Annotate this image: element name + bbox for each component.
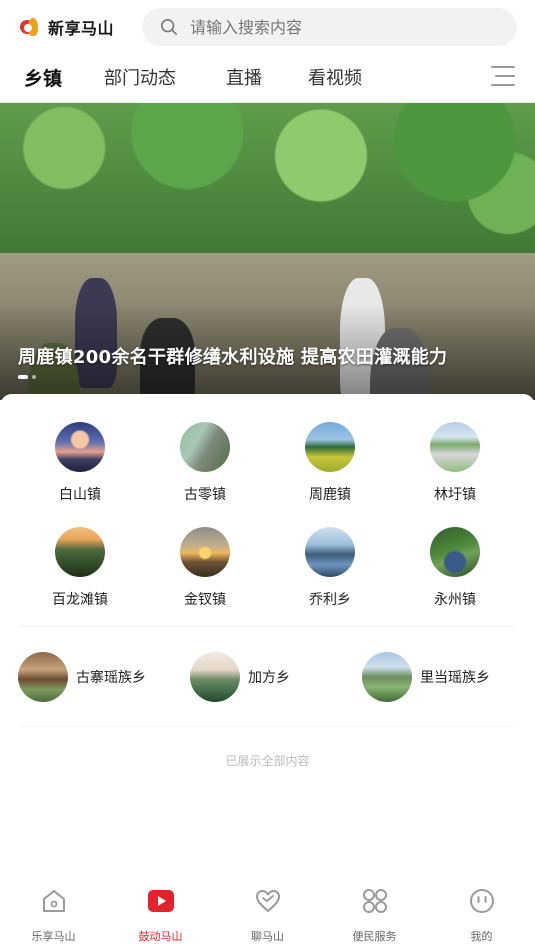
town-label: 金钗镇: [184, 592, 226, 608]
bottom-navigation: 乐享马山 鼓动马山 聊马山 便民服务 我的: [0, 874, 535, 951]
town-item[interactable]: 白山镇: [30, 422, 130, 504]
nav-item-profile[interactable]: 我的: [428, 886, 535, 944]
tab-towns[interactable]: 乡镇: [24, 64, 62, 91]
town-thumbnail: [305, 422, 355, 472]
town-item[interactable]: 百龙滩镇: [30, 527, 130, 609]
town-item[interactable]: 周鹿镇: [280, 422, 380, 504]
town-label: 古零镇: [184, 487, 226, 503]
search-icon: [160, 18, 178, 36]
search-bar[interactable]: [142, 8, 517, 46]
town-thumbnail: [180, 527, 230, 577]
town-label: 百龙滩镇: [52, 592, 108, 608]
banner-title[interactable]: 周鹿镇200余名干群修缮水利设施 提高农田灌溉能力: [18, 343, 447, 369]
news-banner[interactable]: 周鹿镇200余名干群修缮水利设施 提高农田灌溉能力: [0, 103, 535, 400]
town-thumbnail: [55, 422, 105, 472]
menu-icon[interactable]: [491, 66, 515, 88]
tab-live[interactable]: 直播: [226, 64, 262, 90]
town-label: 白山镇: [59, 487, 101, 503]
nav-label: 乐享马山: [31, 930, 76, 943]
tab-videos[interactable]: 看视频: [308, 64, 362, 90]
town-thumbnail: [430, 422, 480, 472]
logo-text: 新享马山: [48, 19, 115, 38]
town-item[interactable]: 古零镇: [155, 422, 255, 504]
town-label: 林圩镇: [434, 487, 476, 503]
town-thumbnail: [430, 527, 480, 577]
carousel-dot[interactable]: [32, 375, 36, 379]
nav-item-home[interactable]: 乐享马山: [0, 886, 107, 944]
nav-label: 我的: [470, 930, 493, 943]
end-of-content-note: 已展示全部内容: [225, 754, 310, 768]
banner-image-foliage: [0, 103, 535, 253]
town-item[interactable]: 林圩镇: [405, 422, 505, 504]
nav-label: 聊马山: [251, 930, 284, 943]
town-item[interactable]: 乔利乡: [280, 527, 380, 609]
town-thumbnail: [180, 422, 230, 472]
town-label: 永州镇: [434, 592, 476, 608]
heart-chat-icon: [255, 890, 280, 912]
township-thumbnail: [18, 652, 68, 702]
township-item[interactable]: 里当瑶族乡: [362, 652, 490, 702]
town-item[interactable]: 金钗镇: [155, 527, 255, 609]
section-divider: [20, 726, 514, 727]
township-label: 加方乡: [248, 670, 290, 686]
nav-label: 便民服务: [352, 930, 397, 943]
town-item[interactable]: 永州镇: [405, 527, 505, 609]
nav-item-chat[interactable]: 聊马山: [214, 886, 321, 944]
profile-face-icon: [469, 889, 494, 913]
carousel-dot-active[interactable]: [18, 375, 28, 379]
nav-item-services[interactable]: 便民服务: [321, 886, 428, 944]
towns-card: 白山镇 古零镇 周鹿镇 林圩镇 百龙滩镇 金钗镇 乔利乡 永州镇 古寨瑶族乡 加…: [0, 394, 535, 874]
carousel-indicator: [18, 375, 36, 379]
nav-label: 鼓动马山: [138, 930, 183, 943]
search-input[interactable]: [188, 16, 492, 38]
home-icon: [42, 890, 65, 912]
play-icon: [147, 890, 174, 912]
section-divider: [20, 626, 514, 627]
town-thumbnail: [55, 527, 105, 577]
township-thumbnail: [190, 652, 240, 702]
tab-department-news[interactable]: 部门动态: [104, 64, 176, 90]
nav-item-video[interactable]: 鼓动马山: [107, 886, 214, 944]
grid-services-icon: [362, 889, 387, 913]
township-thumbnail: [362, 652, 412, 702]
township-item[interactable]: 加方乡: [190, 652, 290, 702]
town-label: 乔利乡: [309, 592, 351, 608]
township-label: 里当瑶族乡: [420, 670, 490, 686]
category-tabs: 乡镇 部门动态 直播 看视频: [0, 54, 535, 103]
logo-mark-icon: [20, 16, 44, 38]
app-logo[interactable]: 新享马山: [20, 14, 114, 40]
town-label: 周鹿镇: [309, 487, 351, 503]
township-label: 古寨瑶族乡: [76, 670, 146, 686]
township-item[interactable]: 古寨瑶族乡: [18, 652, 146, 702]
top-bar: 新享马山: [0, 0, 535, 54]
town-thumbnail: [305, 527, 355, 577]
